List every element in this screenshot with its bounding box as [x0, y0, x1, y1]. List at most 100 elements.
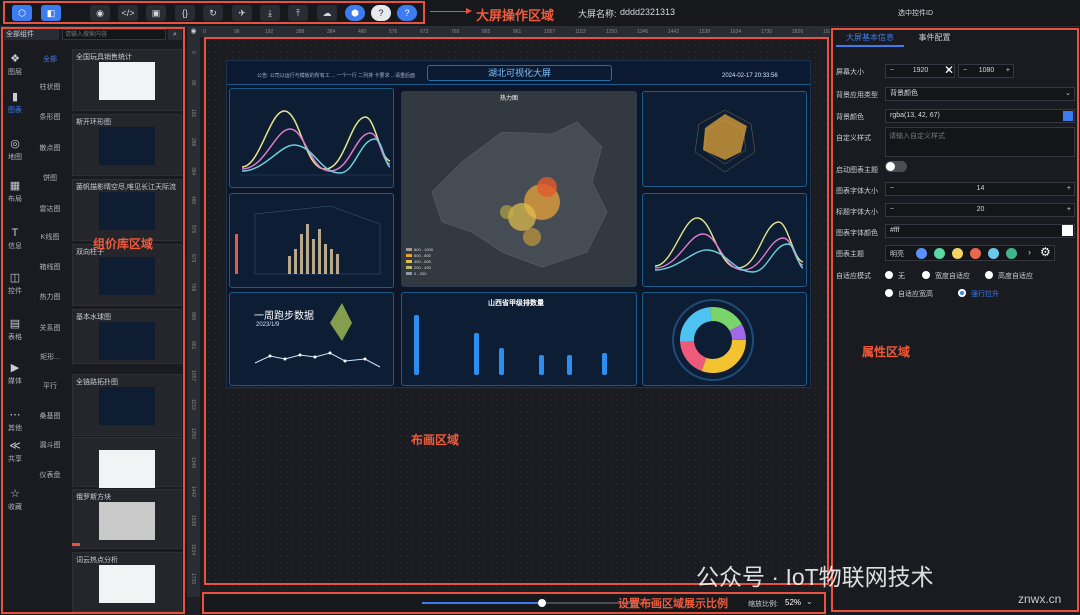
subcategory-item[interactable]: 漏斗图 — [30, 440, 70, 450]
eye-icon[interactable]: ◉ — [90, 5, 110, 21]
ruler-tick: 769 — [451, 29, 460, 35]
refresh-icon[interactable]: ↻ — [203, 5, 223, 21]
component-card[interactable]: 斯开环形图 — [72, 114, 182, 176]
legend-label: 600 - 800 — [414, 253, 431, 258]
theme-color-dot[interactable] — [934, 248, 945, 259]
cloud-icon[interactable]: ☁ — [317, 5, 337, 21]
subcategory-item[interactable]: 矩形... — [30, 352, 70, 362]
upload-icon[interactable]: ⤒ — [288, 5, 308, 21]
component-library: 全部组件 ⌕ ❖ 图层 ▮ 图表 ◎ 地图 ▦ 布局 T 信息 ◫ 控件 ▤ 表格 ▶ 媒体 ⋯ 其他 ≪ 共享 ☆ 收藏… — [0, 27, 187, 615]
adapt-radio[interactable]: 宽度自适应 — [922, 271, 970, 281]
theme-picker[interactable]: 明亮 › — [885, 245, 1055, 261]
card-thumbnail — [99, 322, 155, 360]
ruler-tick: 576 — [389, 29, 398, 35]
cube-icon[interactable]: ⬡ — [12, 5, 32, 21]
subcategory-item[interactable]: 箱线图 — [30, 262, 70, 272]
theme-color-dot[interactable] — [916, 248, 927, 259]
layout-icon[interactable]: ◧ — [41, 5, 61, 21]
bg-color-value: rgba(13, 42, 67) — [890, 112, 940, 119]
adapt-radio[interactable]: 高度自适应 — [985, 271, 1033, 281]
component-card[interactable]: 双向柱子 — [72, 244, 182, 306]
code-icon[interactable]: </> — [118, 5, 138, 21]
card-thumbnail — [99, 450, 155, 488]
subcategory-item[interactable]: 条形图 — [30, 112, 70, 122]
theme-color-dot[interactable] — [952, 248, 963, 259]
bg-color-input[interactable]: rgba(13, 42, 67) — [885, 109, 1075, 123]
chevron-right-icon[interactable]: › — [1028, 247, 1031, 257]
subcategory-item[interactable]: 全部 — [30, 54, 70, 64]
info-icon[interactable]: ? — [397, 5, 417, 21]
component-card[interactable]: 全国玩具销售统计 — [72, 49, 182, 111]
category-8[interactable]: ⋯ 其他 — [2, 408, 28, 433]
subcategory-item[interactable]: 柱状图 — [30, 82, 70, 92]
category-3[interactable]: ▦ 布局 — [2, 179, 28, 204]
theme-toggle[interactable] — [885, 161, 907, 172]
tab-event-config[interactable]: 事件配置 — [912, 31, 957, 47]
chevron-down-icon[interactable]: ⌄ — [806, 597, 813, 606]
category-9[interactable]: ≪ 共享 — [2, 439, 28, 464]
component-search-input[interactable] — [62, 29, 166, 40]
component-card[interactable]: 菌帆描影晴空尽,唯见长江天际流 — [72, 179, 182, 241]
white-swatch[interactable] — [1062, 225, 1073, 236]
theme-color-dot[interactable] — [988, 248, 999, 259]
component-card[interactable]: 基本水球图 — [72, 309, 182, 364]
component-card[interactable]: 词云热点分析 — [72, 552, 182, 612]
subcategory-item[interactable]: 平行 — [30, 381, 70, 391]
heatmap-title: 热力图 — [500, 96, 519, 102]
subcategory-item[interactable]: 桑基图 — [30, 411, 70, 421]
subcategory-item[interactable]: 关系图 — [30, 323, 70, 333]
component-card[interactable]: 全链路拓扑图 — [72, 374, 182, 436]
help-icon[interactable]: ? — [371, 5, 391, 21]
ruler-tick: 192 — [265, 29, 274, 35]
font-size-stepper[interactable]: −14 + — [885, 182, 1075, 196]
title-font-stepper[interactable]: −20 + — [885, 203, 1075, 217]
adapt-radio[interactable]: 无 — [885, 271, 905, 281]
category-7[interactable]: ▶ 媒体 — [2, 361, 28, 386]
bg-type-select[interactable]: 背景颜色 ⌄ — [885, 87, 1075, 101]
category-5[interactable]: ◫ 控件 — [2, 271, 28, 296]
subcategory-item[interactable]: K线图 — [30, 232, 70, 242]
adapt-radio[interactable]: 自适应宽高 — [885, 289, 933, 299]
color-swatch[interactable] — [1063, 111, 1073, 121]
category-0[interactable]: ❖ 图层 — [2, 52, 28, 77]
braces-icon[interactable]: {} — [175, 5, 195, 21]
tab-basic-info[interactable]: 大屏基本信息 — [836, 31, 904, 47]
font-color-input[interactable]: #fff — [885, 224, 1075, 238]
height-stepper[interactable]: −1080 + — [958, 64, 1014, 78]
category-6[interactable]: ▤ 表格 — [2, 317, 28, 342]
component-card[interactable]: 俄罗斯方块 — [72, 489, 182, 549]
theme-color-dot[interactable] — [970, 248, 981, 259]
category-4[interactable]: T 信息 — [2, 227, 28, 251]
theme-toggle-label: 启动图表主题 — [836, 167, 878, 174]
download-icon[interactable]: ⤓ — [260, 5, 280, 21]
theme-color-dot[interactable] — [1006, 248, 1017, 259]
subcategory-item[interactable]: 热力图 — [30, 292, 70, 302]
category-10[interactable]: ☆ 收藏 — [2, 487, 28, 512]
subcategory-item[interactable]: 饼图 — [30, 173, 70, 183]
category-2[interactable]: ◎ 地图 — [2, 137, 28, 162]
ruler-tick: 673 — [420, 29, 429, 35]
component-card[interactable] — [72, 437, 182, 488]
all-components-header[interactable]: 全部组件 — [4, 29, 59, 40]
run-data-panel: 一周跑步数据 2023/1/9 — [229, 292, 394, 386]
multiply-icon: ✕ — [944, 63, 955, 77]
eye-icon[interactable]: ◉ — [187, 27, 200, 37]
category-1[interactable]: ▮ 图表 — [2, 90, 28, 115]
subcategory-item[interactable]: 雷达图 — [30, 204, 70, 214]
dashboard-preview[interactable]: 湖北可视化大屏 公告: 公司以运行与模板的所有工 ... 一个一行 二列排 卡要… — [226, 60, 811, 388]
search-icon[interactable]: ⌕ — [168, 29, 182, 40]
preview-datetime: 2024-02-17 20:33:56 — [722, 73, 778, 79]
adapt-radio[interactable]: 强行拉升 — [958, 289, 999, 299]
rocket-icon[interactable]: ✈ — [232, 5, 252, 21]
screen-name-value[interactable]: dddd2321313 — [620, 7, 675, 17]
save-icon[interactable]: ▣ — [146, 5, 166, 21]
zoom-slider-knob[interactable] — [537, 599, 546, 607]
subcategory-item[interactable]: 散点图 — [30, 143, 70, 153]
category-label: 图层 — [8, 69, 22, 76]
subcategory-item[interactable]: 仪表盘 — [30, 470, 70, 480]
custom-style-textarea[interactable] — [885, 127, 1075, 157]
shield-icon[interactable]: ⬢ — [345, 5, 365, 21]
gear-icon[interactable]: ⚙ — [1040, 245, 1051, 259]
zoom-value[interactable]: 52% — [785, 598, 801, 607]
ruler-tick: 673 — [190, 254, 196, 263]
